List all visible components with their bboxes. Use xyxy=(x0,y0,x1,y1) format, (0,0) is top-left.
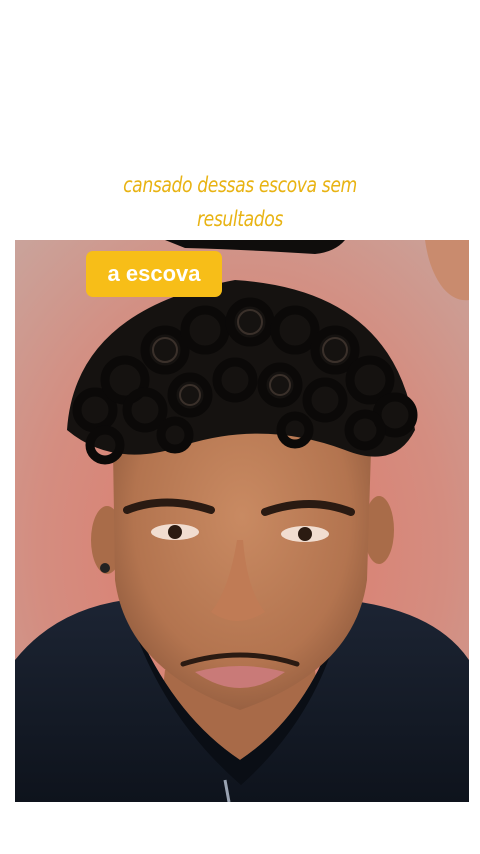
left-pupil xyxy=(168,525,182,539)
earring xyxy=(100,563,110,573)
caption-line-2: resultados xyxy=(197,207,283,231)
portrait-photo xyxy=(15,240,469,802)
portrait-illustration xyxy=(15,240,469,802)
label-badge: a escova xyxy=(86,251,222,297)
caption-line-1: cansado dessas escova sem xyxy=(123,173,357,197)
right-pupil xyxy=(298,527,312,541)
video-frame: cansado dessas escova sem resultados a e… xyxy=(0,0,480,854)
caption-text: cansado dessas escova sem resultados xyxy=(92,168,387,236)
